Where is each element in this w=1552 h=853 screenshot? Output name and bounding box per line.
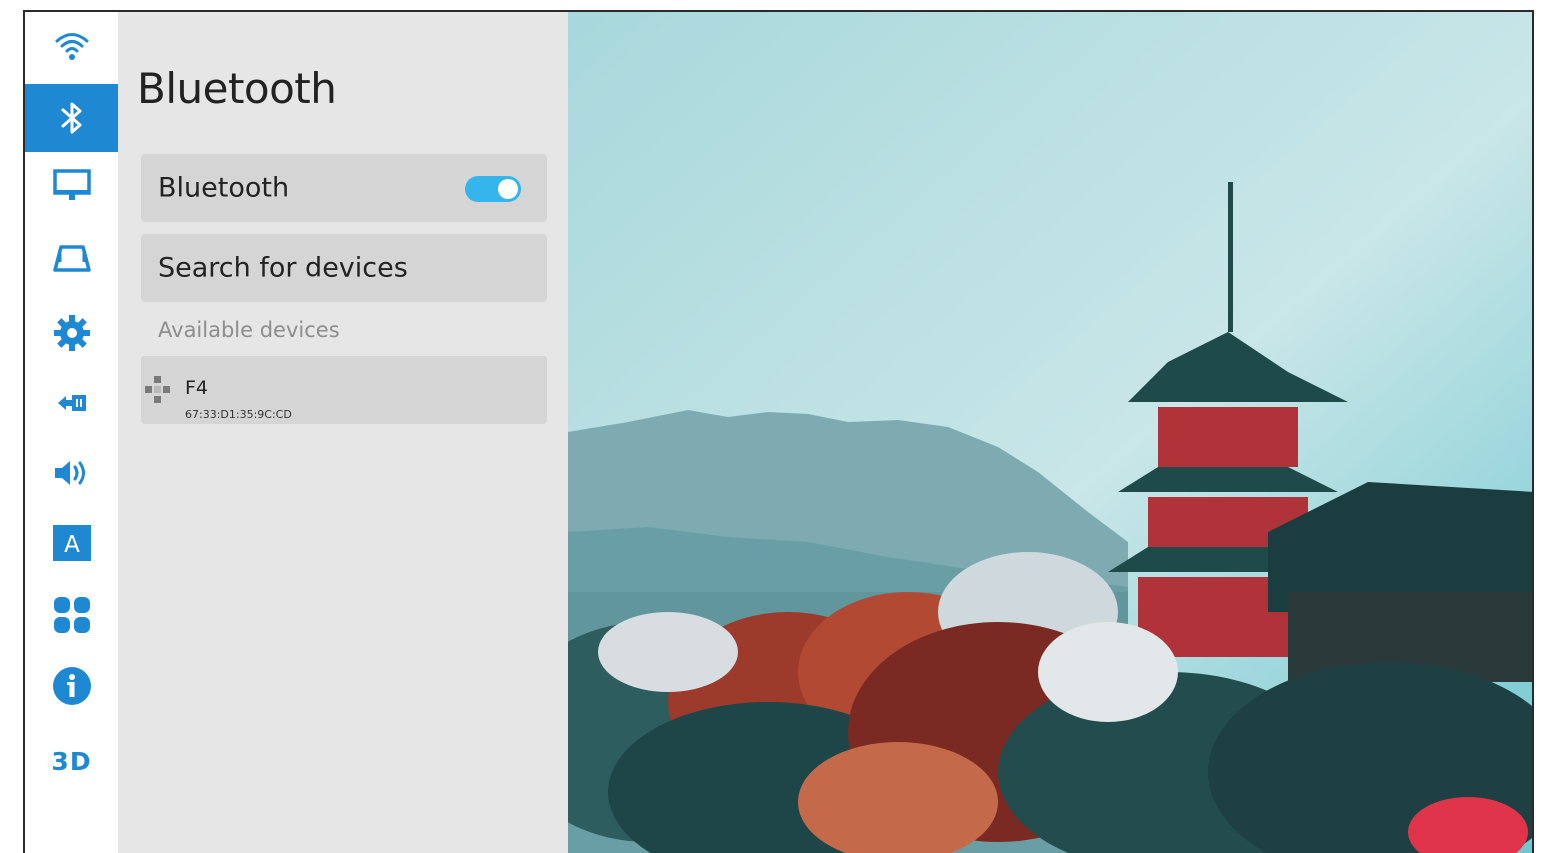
settings-window: A 3D Bluetooth Bluetooth Search for devi… [23,10,1534,853]
device-name: F4 [185,377,209,399]
nav-item-projection[interactable] [25,225,118,293]
available-devices-heading: Available devices [158,318,340,342]
settings-nav-rail: A 3D [25,12,118,853]
toggle-knob [498,179,518,199]
wifi-icon [55,33,88,60]
bluetooth-icon [61,102,81,134]
nav-item-input-source[interactable] [25,369,118,437]
nav-item-apps[interactable] [25,581,118,649]
projection-icon [52,245,91,272]
display-icon [52,169,91,200]
search-devices-label: Search for devices [158,252,408,284]
search-devices-button[interactable]: Search for devices [141,234,547,302]
settings-gear-icon [53,315,90,351]
nav-item-info[interactable] [25,652,118,720]
volume-icon [54,461,85,485]
device-address: 67:33:D1:35:9C:CD [185,408,292,421]
nav-item-3d[interactable]: 3D [25,727,118,795]
device-list-item[interactable]: F4 67:33:D1:35:9C:CD [141,356,547,424]
info-icon [52,667,91,705]
bluetooth-toggle-switch[interactable] [465,176,521,202]
input-source-icon [57,395,86,411]
nav-item-bluetooth[interactable] [25,84,118,152]
language-icon: A [52,525,91,561]
3d-icon: 3D [51,746,92,776]
nav-item-system-settings[interactable] [25,299,118,367]
bluetooth-toggle-label: Bluetooth [158,172,290,204]
nav-item-language[interactable]: A [25,509,118,577]
bluetooth-settings-panel: Bluetooth Bluetooth Search for devices A… [118,12,568,853]
bluetooth-toggle-row[interactable]: Bluetooth [141,154,547,222]
nav-item-volume[interactable] [25,439,118,507]
wallpaper-image [568,12,1532,853]
nav-item-display[interactable] [25,152,118,220]
svg-text:A: A [64,532,80,558]
apps-icon [53,597,90,633]
gamepad-icon [145,376,170,403]
page-title: Bluetooth [137,64,337,113]
nav-item-wifi[interactable] [25,12,118,80]
